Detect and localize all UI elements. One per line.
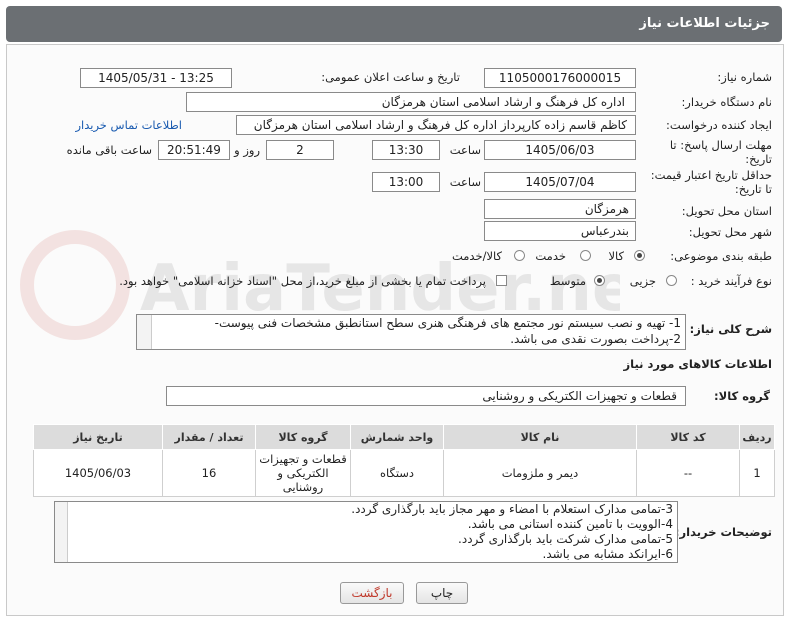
- remaining-time-field[interactable]: 20:51:49: [158, 140, 230, 160]
- cell-code: --: [636, 449, 740, 497]
- process-label: نوع فرآیند خرید :: [690, 274, 772, 288]
- category-radio-goods[interactable]: [634, 250, 645, 261]
- remaining-label: ساعت باقی مانده: [66, 143, 152, 157]
- goods-group-label: گروه کالا:: [714, 389, 770, 403]
- province-label: استان محل تحویل:: [681, 204, 772, 218]
- validity-label: حداقل تاریخ اعتبار قیمت:: [650, 168, 772, 182]
- cell-qty: 16: [162, 449, 256, 497]
- deadline-time-label: ساعت: [449, 143, 481, 157]
- deadline-date-field[interactable]: 1405/06/03: [484, 140, 636, 160]
- col-unit: واحد شمارش: [350, 424, 444, 450]
- deadline-time-field[interactable]: 13:30: [372, 140, 440, 160]
- col-group: گروه کالا: [255, 424, 351, 450]
- cell-group: قطعات و تجهیزات الکتریکی و روشنایی: [255, 449, 351, 497]
- category-option-goods-service: کالا/خدمت: [451, 249, 502, 263]
- buyer-note-line: 3-تمامی مدارک استعلام با امضاء و مهر مجا…: [351, 502, 673, 516]
- validity-date-field[interactable]: 1405/07/04: [484, 172, 636, 192]
- category-option-goods: کالا: [608, 249, 624, 263]
- summary-line-1: 1- تهیه و نصب سیستم نور مجتمع های فرهنگی…: [214, 316, 681, 330]
- need-number-field[interactable]: 1105000176000015: [484, 68, 636, 88]
- city-field[interactable]: بندرعباس: [484, 221, 636, 241]
- category-label: طبقه بندی موضوعی:: [670, 249, 772, 263]
- validity-time-field[interactable]: 13:00: [372, 172, 440, 192]
- goods-table-header: ردیف کد کالا نام کالا واحد شمارش گروه کا…: [33, 424, 775, 450]
- goods-section-title: اطلاعات کالاهای مورد نیاز: [623, 357, 772, 371]
- cell-name: دیمر و ملزومات: [443, 449, 637, 497]
- deadline-label: مهلت ارسال پاسخ: تا: [669, 138, 772, 152]
- summary-scrollbar[interactable]: [137, 315, 152, 349]
- cell-row: 1: [739, 449, 775, 497]
- province-field[interactable]: هرمزگان: [484, 199, 636, 219]
- buyer-notes-textarea[interactable]: 3-تمامی مدارک استعلام با امضاء و مهر مجا…: [54, 501, 678, 563]
- category-radio-goods-service[interactable]: [514, 250, 525, 261]
- need-number-label: شماره نیاز:: [717, 70, 772, 84]
- summary-textarea[interactable]: 1- تهیه و نصب سیستم نور مجتمع های فرهنگی…: [136, 314, 686, 350]
- city-label: شهر محل تحویل:: [688, 225, 772, 239]
- page-header: جزئیات اطلاعات نیاز: [6, 6, 782, 42]
- category-option-service: خدمت: [535, 249, 566, 263]
- page-title: جزئیات اطلاعات نیاز: [639, 16, 770, 31]
- deadline-label-date: تاریخ:: [745, 152, 772, 166]
- treasury-payment-note: پرداخت تمام یا بخشی از مبلغ خرید،از محل …: [119, 274, 486, 288]
- process-option-minor: جزیی: [629, 274, 656, 288]
- table-row: 1 -- دیمر و ملزومات دستگاه قطعات و تجهیز…: [33, 449, 775, 497]
- buyer-label: نام دستگاه خریدار:: [681, 95, 772, 109]
- days-label: روز و: [234, 143, 260, 157]
- creator-label: ایجاد کننده درخواست:: [666, 118, 772, 132]
- buyer-note-line: 6-ایرانکد مشابه می باشد.: [542, 547, 673, 561]
- announce-label: تاریخ و ساعت اعلان عمومی:: [321, 70, 460, 84]
- buyer-note-line: 5-تمامی مدارک شرکت باید بارگذاری گردد.: [458, 532, 673, 546]
- category-radio-service[interactable]: [580, 250, 591, 261]
- col-qty: تعداد / مقدار: [162, 424, 256, 450]
- announce-field[interactable]: 1405/05/31 - 13:25: [80, 68, 232, 88]
- summary-line-2: 2-پرداخت بصورت نقدی می باشد.: [510, 332, 681, 346]
- buyer-field[interactable]: اداره کل فرهنگ و ارشاد اسلامی استان هرمز…: [186, 92, 636, 112]
- back-button[interactable]: بازگشت: [340, 582, 404, 604]
- process-radio-minor[interactable]: [666, 275, 677, 286]
- process-option-medium: متوسط: [549, 274, 586, 288]
- creator-field[interactable]: کاظم قاسم زاده کارپرداز اداره کل فرهنگ و…: [236, 115, 636, 135]
- treasury-payment-checkbox[interactable]: [496, 275, 507, 286]
- buyer-contact-link[interactable]: اطلاعات تماس خریدار: [75, 118, 182, 132]
- col-code: کد کالا: [636, 424, 740, 450]
- col-name: نام کالا: [443, 424, 637, 450]
- col-row: ردیف: [739, 424, 775, 450]
- buyer-notes-label: توضیحات خریدار:: [674, 525, 772, 539]
- goods-table: ردیف کد کالا نام کالا واحد شمارش گروه کا…: [33, 424, 775, 497]
- buyer-note-line: 4-الوویت با تامین کننده استانی می باشد.: [467, 517, 673, 531]
- print-button[interactable]: چاپ: [416, 582, 468, 604]
- col-date: تاریخ نیاز: [33, 424, 163, 450]
- cell-unit: دستگاه: [350, 449, 444, 497]
- cell-date: 1405/06/03: [33, 449, 163, 497]
- validity-time-label: ساعت: [449, 175, 481, 189]
- summary-label: شرح کلی نیاز:: [689, 322, 772, 336]
- goods-group-field[interactable]: قطعات و تجهیزات الکتریکی و روشنایی: [166, 386, 686, 406]
- validity-label-date: تا تاریخ:: [734, 182, 772, 196]
- buyer-notes-scrollbar[interactable]: [55, 502, 68, 562]
- days-field[interactable]: 2: [266, 140, 334, 160]
- process-radio-medium[interactable]: [594, 275, 605, 286]
